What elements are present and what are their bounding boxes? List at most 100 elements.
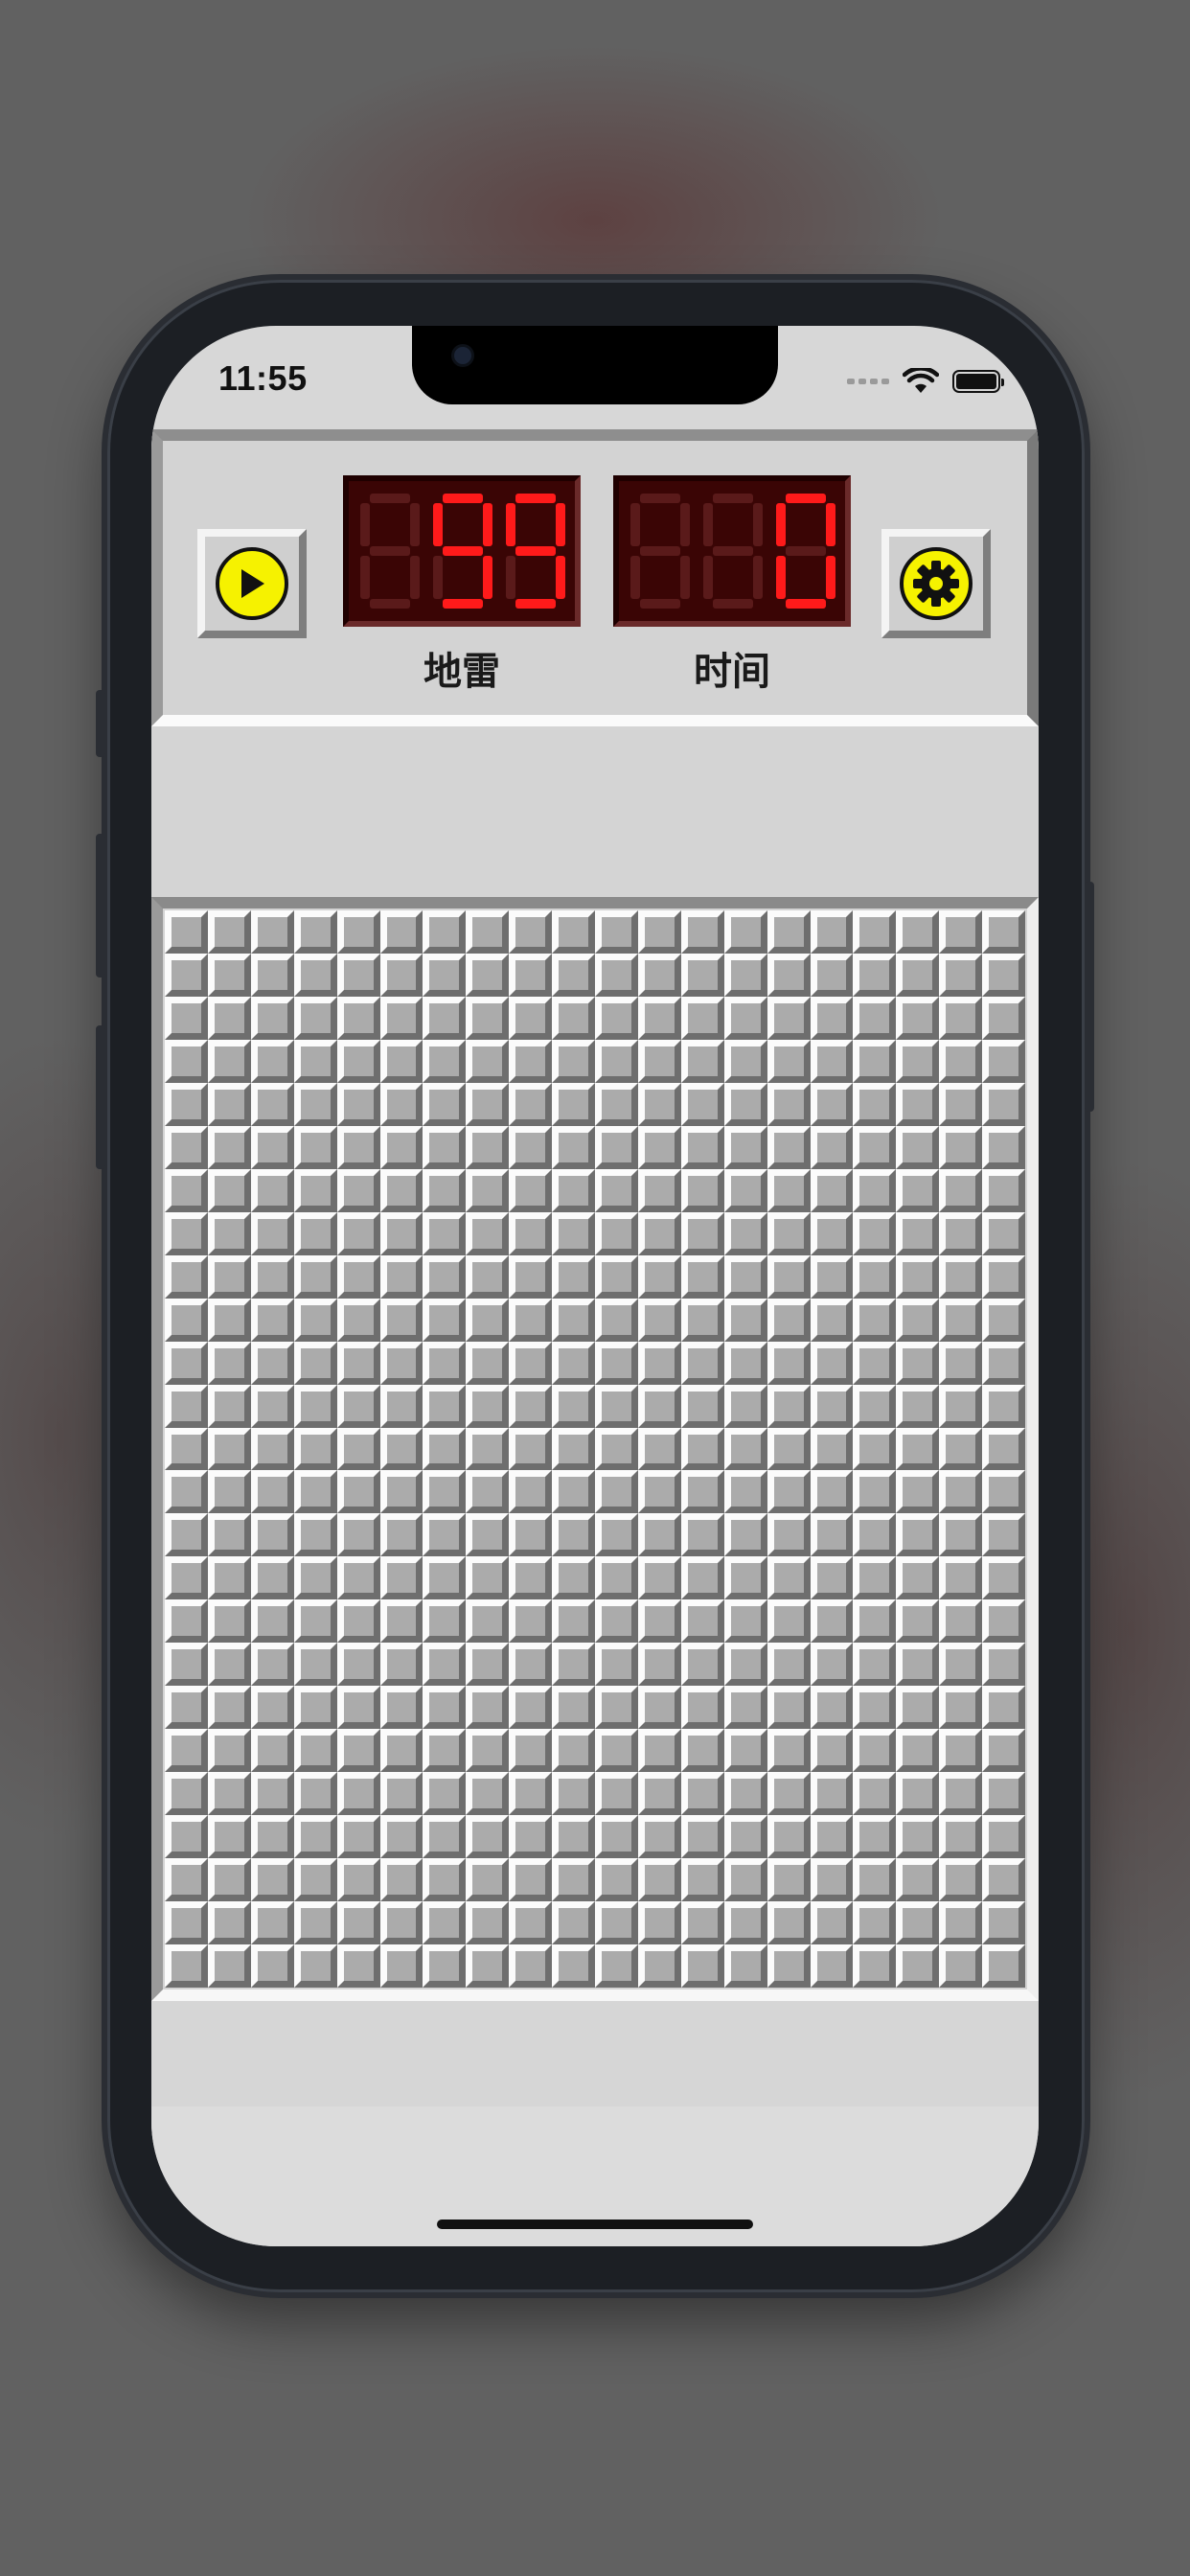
mine-tile[interactable] [552,1470,595,1514]
mine-tile[interactable] [552,910,595,954]
mine-tile[interactable] [595,1168,638,1212]
mine-tile[interactable] [810,1427,854,1471]
mine-tile[interactable] [723,1643,767,1687]
mine-tile[interactable] [595,1599,638,1644]
mine-tile[interactable] [293,1082,337,1126]
mine-tile[interactable] [293,1556,337,1600]
mine-tile[interactable] [165,1082,208,1126]
mine-tile[interactable] [379,1427,423,1471]
mine-tile[interactable] [552,1298,595,1342]
mine-tile[interactable] [207,1901,251,1945]
mine-tile[interactable] [637,1168,681,1212]
mine-tile[interactable] [637,953,681,997]
mine-tile[interactable] [810,953,854,997]
mine-tile[interactable] [509,1815,553,1859]
mine-tile[interactable] [810,1298,854,1342]
mine-tile[interactable] [767,1599,811,1644]
mine-tile[interactable] [723,1772,767,1816]
mine-tile[interactable] [939,1125,983,1169]
mine-tile[interactable] [379,1211,423,1255]
mine-tile[interactable] [767,1643,811,1687]
mine-tile[interactable] [723,1686,767,1730]
mine-tile[interactable] [723,1729,767,1773]
mine-tile[interactable] [723,910,767,954]
mine-tile[interactable] [982,1599,1025,1644]
mine-tile[interactable] [767,1211,811,1255]
mine-tile[interactable] [207,1686,251,1730]
mine-tile[interactable] [250,1125,294,1169]
mine-tile[interactable] [939,996,983,1040]
mine-tile[interactable] [637,1772,681,1816]
mine-tile[interactable] [680,953,724,997]
mine-tile[interactable] [896,1254,940,1299]
mine-tile[interactable] [723,1384,767,1428]
mine-tile[interactable] [767,910,811,954]
mine-tile[interactable] [723,1298,767,1342]
mine-tile[interactable] [293,1858,337,1902]
mine-tile[interactable] [810,1729,854,1773]
mine-tile[interactable] [250,1039,294,1083]
mine-tile[interactable] [336,1125,380,1169]
mine-tile[interactable] [509,1211,553,1255]
mine-tile[interactable] [767,1341,811,1385]
mine-tile[interactable] [723,996,767,1040]
mine-tile[interactable] [853,1341,897,1385]
mine-tile[interactable] [509,953,553,997]
mine-tile[interactable] [509,1513,553,1557]
mine-tile[interactable] [939,1211,983,1255]
mine-tile[interactable] [207,1772,251,1816]
mine-tile[interactable] [767,1254,811,1299]
mine-tile[interactable] [466,1384,510,1428]
mine-tile[interactable] [767,1772,811,1816]
mine-tile[interactable] [379,1341,423,1385]
mine-tile[interactable] [896,1470,940,1514]
mine-tile[interactable] [207,953,251,997]
mine-tile[interactable] [982,1384,1025,1428]
mine-tile[interactable] [982,1427,1025,1471]
mine-tile[interactable] [853,996,897,1040]
mine-tile[interactable] [165,1211,208,1255]
mine-tile[interactable] [853,1556,897,1600]
mine-tile[interactable] [165,1384,208,1428]
mine-tile[interactable] [207,1341,251,1385]
mine-tile[interactable] [293,1599,337,1644]
mine-tile[interactable] [165,1341,208,1385]
mine-tile[interactable] [853,1298,897,1342]
mine-tile[interactable] [379,1901,423,1945]
mine-tile[interactable] [379,1298,423,1342]
mine-tile[interactable] [336,1772,380,1816]
mine-tile[interactable] [423,1254,467,1299]
mine-tile[interactable] [896,1556,940,1600]
mine-tile[interactable] [165,1815,208,1859]
mine-tile[interactable] [207,1082,251,1126]
mine-tile[interactable] [250,996,294,1040]
mine-tile[interactable] [680,910,724,954]
mine-tile[interactable] [680,1168,724,1212]
mine-tile[interactable] [293,1168,337,1212]
mine-tile[interactable] [637,1729,681,1773]
mine-tile[interactable] [896,1599,940,1644]
mine-tile[interactable] [250,1341,294,1385]
mine-tile[interactable] [379,1729,423,1773]
mine-tile[interactable] [637,1815,681,1859]
mine-tile[interactable] [982,1341,1025,1385]
mine-tile[interactable] [466,1815,510,1859]
mine-tile[interactable] [939,1470,983,1514]
mine-tile[interactable] [165,1470,208,1514]
mine-tile[interactable] [810,1686,854,1730]
mine-tile[interactable] [939,1729,983,1773]
mine-tile[interactable] [423,1427,467,1471]
mine-tile[interactable] [509,1254,553,1299]
mine-tile[interactable] [939,1513,983,1557]
mine-tile[interactable] [293,1254,337,1299]
mine-tile[interactable] [853,1772,897,1816]
mine-tile[interactable] [165,1168,208,1212]
mine-tile[interactable] [509,1341,553,1385]
mine-tile[interactable] [250,1168,294,1212]
mine-tile[interactable] [552,1858,595,1902]
mine-tile[interactable] [466,1599,510,1644]
mine-tile[interactable] [595,1211,638,1255]
mine-tile[interactable] [165,1858,208,1902]
mine-tile[interactable] [595,1643,638,1687]
mine-tile[interactable] [379,996,423,1040]
